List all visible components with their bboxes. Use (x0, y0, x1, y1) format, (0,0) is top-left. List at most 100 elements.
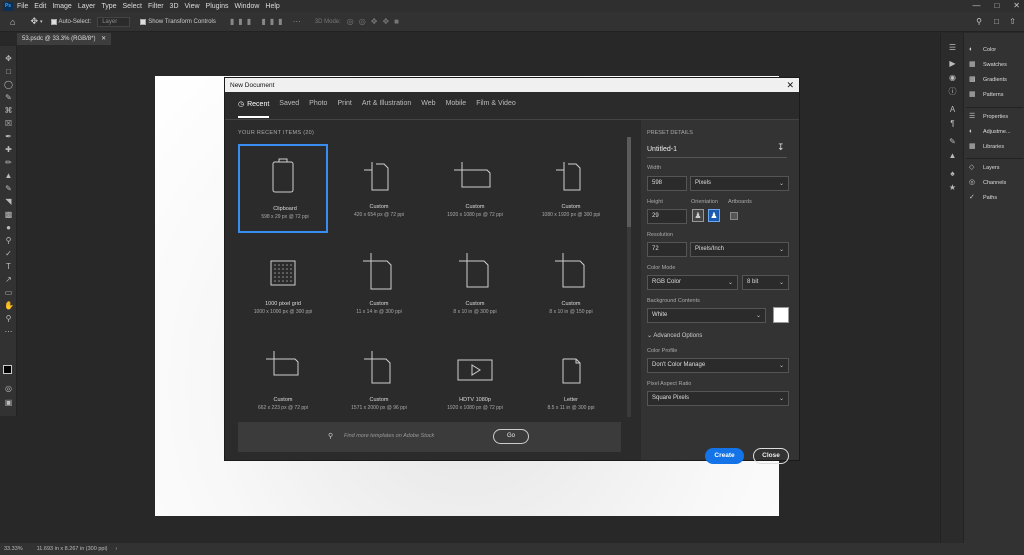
panel-patterns[interactable]: ▦ Patterns (969, 91, 1003, 98)
more-tools-icon[interactable]: ⋯ (4, 327, 13, 336)
workspace-icon[interactable]: □ (994, 17, 999, 26)
foreground-color-swatch[interactable] (3, 365, 12, 374)
frame-icon[interactable]: ☒ (4, 119, 13, 128)
menu-window[interactable]: Window (235, 3, 260, 10)
menu-3d[interactable]: 3D (170, 3, 179, 10)
document-tab[interactable]: 53.psdc @ 33.3% (RGB/8*) ✕ (17, 33, 112, 45)
layer-select[interactable]: Layer (97, 16, 131, 27)
background-color-swatch[interactable] (773, 307, 789, 323)
artboards-checkbox[interactable] (730, 212, 738, 220)
panel-channels[interactable]: ◎ Channels (969, 179, 1006, 186)
recent-item[interactable]: Custom 8 x 10 in @ 150 ppi (526, 241, 616, 330)
menu-layer[interactable]: Layer (78, 3, 96, 10)
background-select[interactable]: White ⌄ (647, 308, 766, 323)
panel-libraries[interactable]: ▦ Libraries (969, 143, 1004, 150)
hand-icon[interactable]: ✋ (4, 301, 14, 310)
screen-mode-icon[interactable]: ▣ (4, 398, 13, 407)
menu-type[interactable]: Type (101, 3, 116, 10)
recent-item[interactable]: Custom 420 x 654 px @ 72 ppi (334, 144, 424, 233)
pixel-aspect-select[interactable]: Square Pixels ⌄ (647, 391, 789, 406)
recent-item[interactable]: 1000 pixel grid 1000 x 1000 px @ 300 ppi (238, 241, 328, 330)
crop-icon[interactable]: ⌘ (4, 106, 13, 115)
search-icon[interactable]: ⚲ (976, 17, 982, 26)
tab-recent[interactable]: ◷ Recent (238, 100, 270, 118)
width-unit-select[interactable]: Pixels ⌄ (690, 176, 789, 191)
minimize-icon[interactable]: — (972, 1, 980, 10)
close-window-icon[interactable]: ✕ (1013, 1, 1020, 10)
tab-art-illustration[interactable]: Art & Illustration (362, 100, 411, 118)
close-icon[interactable]: ✕ (786, 80, 794, 91)
actions-icon[interactable]: ▶ (948, 59, 957, 68)
chevron-right-icon[interactable]: › (116, 546, 118, 552)
zoom-icon[interactable]: ⚲ (4, 314, 13, 323)
paragraph-icon[interactable]: ¶ (948, 119, 957, 128)
adjustments-icon[interactable]: ◉ (948, 73, 957, 82)
lasso-icon[interactable]: ◯ (4, 80, 13, 89)
panel-color[interactable]: ◐ Color (969, 46, 996, 53)
tab-web[interactable]: Web (421, 100, 435, 118)
resolution-unit-select[interactable]: Pixels/Inch ⌄ (690, 242, 789, 257)
menu-select[interactable]: Select (123, 3, 142, 10)
panel-paths[interactable]: ✓ Paths (969, 194, 997, 201)
gradient-icon[interactable]: ▩ (4, 210, 13, 219)
history-brush-icon[interactable]: ✎ (4, 184, 13, 193)
info-icon[interactable]: ⓘ (948, 87, 957, 96)
menu-plugins[interactable]: Plugins (206, 3, 229, 10)
preset-name[interactable]: Untitled-1 (647, 146, 677, 153)
recent-item-clipboard[interactable]: Clipboard 598 x 29 px @ 72 ppi (238, 144, 328, 233)
menu-help[interactable]: Help (265, 3, 279, 10)
close-button[interactable]: Close (753, 448, 789, 464)
panel-properties[interactable]: ☰ Properties (969, 113, 1008, 120)
tab-mobile[interactable]: Mobile (446, 100, 467, 118)
panel-layers[interactable]: ◇ Layers (969, 164, 1000, 171)
brush-settings-icon[interactable]: ✎ (948, 137, 957, 146)
quick-select-icon[interactable]: ✎ (4, 93, 13, 102)
panel-swatches[interactable]: ▦ Swatches (969, 61, 1007, 68)
close-tab-icon[interactable]: ✕ (101, 36, 106, 42)
blur-icon[interactable]: ● (4, 223, 13, 232)
tab-photo[interactable]: Photo (309, 100, 327, 118)
auto-select-checkbox[interactable]: Auto-Select: (50, 18, 91, 25)
menu-edit[interactable]: Edit (34, 3, 46, 10)
stamp-icon[interactable]: ▲ (4, 171, 13, 180)
shape-icon[interactable]: ▭ (4, 288, 13, 297)
maximize-icon[interactable]: □ (994, 1, 999, 10)
portrait-icon[interactable]: ♟ (692, 209, 704, 222)
zoom-level[interactable]: 33.33% (4, 546, 23, 552)
tab-saved[interactable]: Saved (279, 100, 299, 118)
recent-item[interactable]: Custom 1080 x 1920 px @ 300 ppi (526, 144, 616, 233)
recent-item[interactable]: Letter 8.5 x 11 in @ 300 ppi (526, 337, 616, 420)
recent-item[interactable]: HDTV 1080p 1920 x 1080 px @ 72 ppi (430, 337, 520, 420)
glyphs-icon[interactable]: ♠ (948, 169, 957, 178)
show-transform-checkbox[interactable]: Show Transform Controls (140, 18, 216, 25)
marquee-icon[interactable]: □ (4, 67, 13, 76)
pen-icon[interactable]: ✓ (4, 249, 13, 258)
panel-gradients[interactable]: ▩ Gradients (969, 76, 1007, 83)
move-icon[interactable]: ✥ (4, 54, 13, 63)
bit-depth-select[interactable]: 8 bit ⌄ (742, 275, 789, 290)
dodge-icon[interactable]: ⚲ (4, 236, 13, 245)
character-icon[interactable]: A (948, 105, 957, 114)
eyedropper-icon[interactable]: ✒ (4, 132, 13, 141)
menu-view[interactable]: View (185, 3, 200, 10)
menu-filter[interactable]: Filter (148, 3, 164, 10)
share-icon[interactable]: ⇧ (1009, 17, 1016, 26)
advanced-options-toggle[interactable]: ⌄ Advanced Options (647, 332, 702, 339)
type-icon[interactable]: T (4, 262, 13, 271)
menu-image[interactable]: Image (52, 3, 71, 10)
quick-mask-icon[interactable]: ◎ (4, 384, 13, 393)
doc-info[interactable]: 11.693 in x 8.267 in (300 ppi) (37, 546, 108, 552)
recent-item[interactable]: Custom 11 x 14 in @ 300 ppi (334, 241, 424, 330)
clone-source-icon[interactable]: ▲ (948, 151, 957, 160)
height-input[interactable]: 29 (647, 209, 687, 224)
align-icons[interactable]: ▮▮▮ ▮▮▮ ⋯ (230, 17, 305, 26)
resolution-input[interactable]: 72 (647, 242, 687, 257)
tab-print[interactable]: Print (337, 100, 351, 118)
3d-mode-icons[interactable]: ◎◎✥✥■ (347, 17, 404, 26)
path-select-icon[interactable]: ↗ (4, 275, 13, 284)
brush-icon[interactable]: ✏ (4, 158, 13, 167)
tab-film-video[interactable]: Film & Video (476, 100, 516, 118)
recent-item[interactable]: Custom 8 x 10 in @ 300 ppi (430, 241, 520, 330)
chevron-down-icon[interactable]: ▾ (40, 19, 43, 25)
history-icon[interactable]: ☰ (948, 43, 957, 52)
